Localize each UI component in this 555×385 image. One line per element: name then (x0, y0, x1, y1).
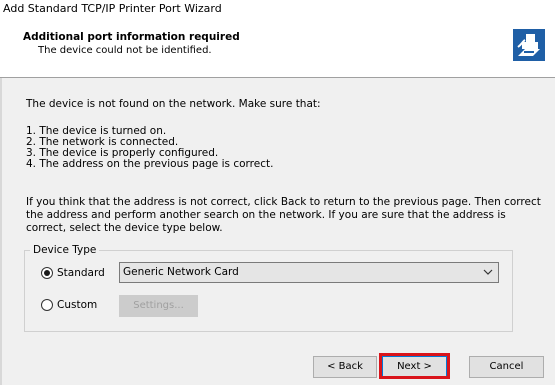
cancel-button[interactable]: Cancel (469, 356, 544, 378)
back-button[interactable]: < Back (313, 356, 377, 378)
intro-text: The device is not found on the network. … (26, 98, 321, 110)
custom-radio[interactable]: Custom (41, 298, 97, 312)
window-left-edge (0, 78, 2, 385)
standard-radio[interactable]: Standard (41, 266, 105, 280)
instructions-text: If you think that the address is not cor… (26, 196, 541, 234)
checklist: 1. The device is turned on. 2. The netwo… (26, 126, 273, 170)
printer-network-icon (513, 29, 545, 61)
title-bar: Add Standard TCP/IP Printer Port Wizard (0, 0, 555, 20)
radio-checked-icon[interactable] (41, 267, 53, 279)
device-type-value: Generic Network Card (123, 266, 239, 278)
chevron-down-icon (483, 269, 493, 275)
next-button-highlight (379, 353, 450, 379)
header-title: Additional port information required (23, 31, 240, 43)
radio-unchecked-icon[interactable] (41, 299, 53, 311)
header-subtitle: The device could not be identified. (38, 45, 212, 56)
settings-button[interactable]: Settings... (119, 295, 198, 317)
device-type-legend: Device Type (30, 244, 100, 256)
custom-radio-label: Custom (57, 299, 98, 311)
window-title: Add Standard TCP/IP Printer Port Wizard (3, 2, 222, 15)
standard-radio-label: Standard (57, 267, 105, 279)
wizard-header: Additional port information required The… (0, 20, 555, 78)
device-type-dropdown[interactable]: Generic Network Card (119, 262, 499, 283)
list-item: 4. The address on the previous page is c… (26, 158, 274, 170)
